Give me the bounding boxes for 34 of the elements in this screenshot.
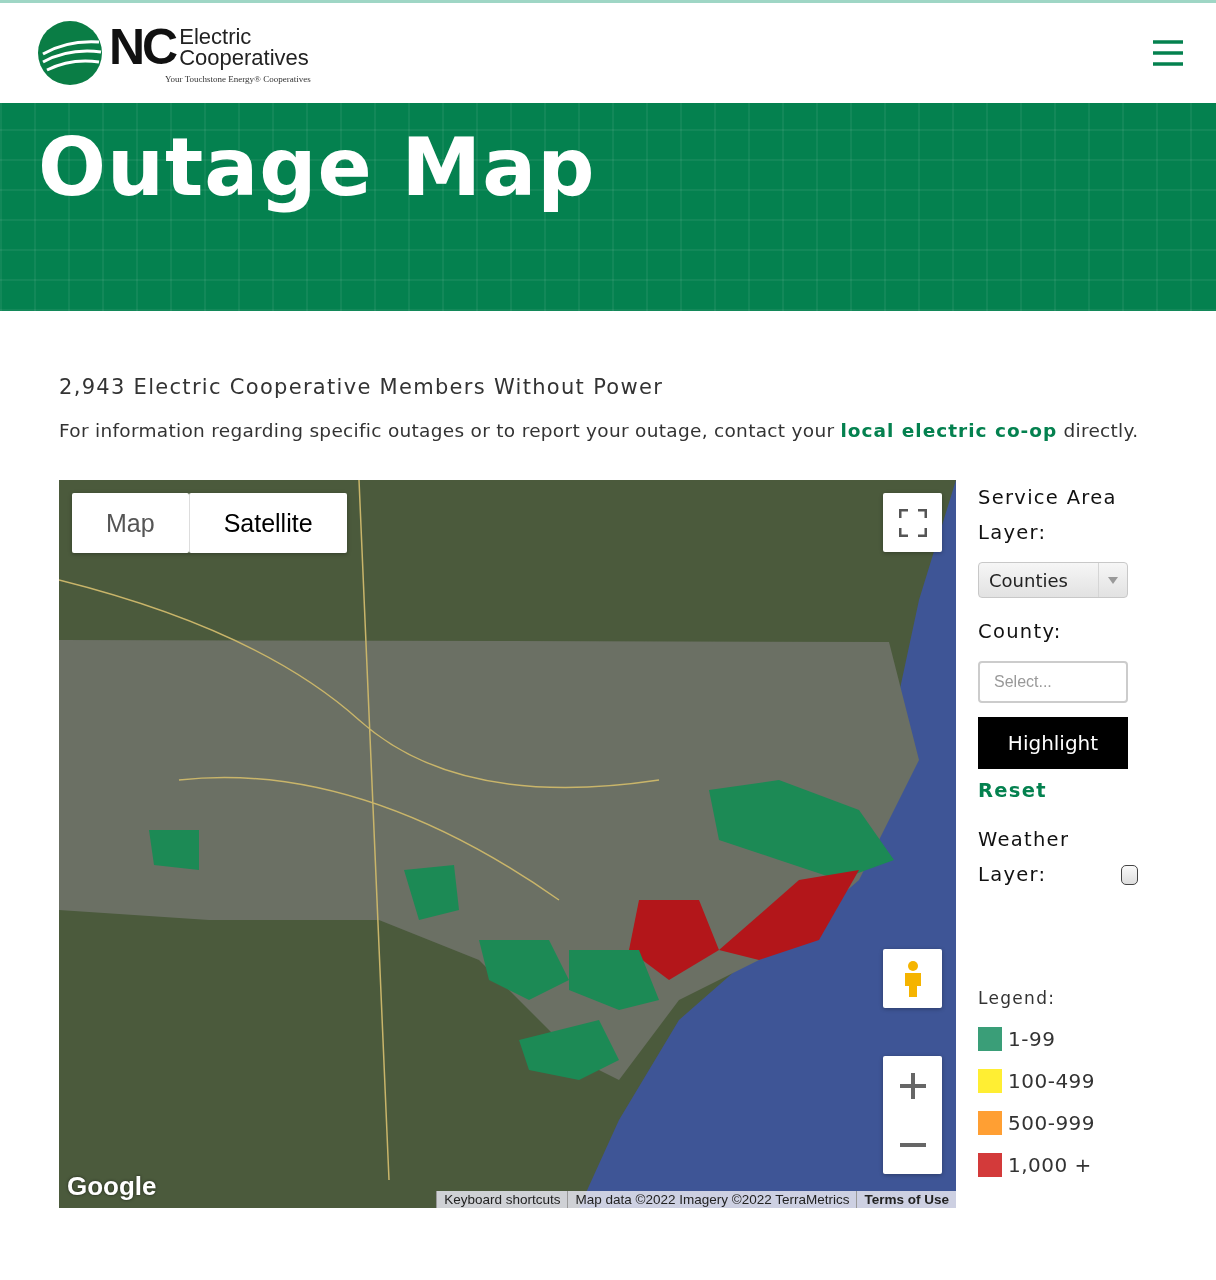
highlight-button[interactable]: Highlight <box>978 717 1128 769</box>
county-field[interactable]: Select... <box>978 661 1128 703</box>
logo-text: Cooperatives <box>179 47 309 68</box>
outage-count-heading: 2,943 Electric Cooperative Members Without Power <box>59 375 665 399</box>
service-area-label: Service Area Layer: <box>978 485 1118 546</box>
legend-label: 1,000 + <box>1008 1153 1092 1177</box>
weather-layer-label: Weather Layer: <box>978 827 1071 888</box>
legend-label: 500-999 <box>1008 1111 1096 1135</box>
map-type-tab[interactable]: Map <box>72 493 189 553</box>
logo-emblem-icon <box>37 20 103 86</box>
logo-tagline: Your Touchstone Energy® Cooperatives <box>165 74 311 84</box>
map-logo: Google <box>67 1171 157 1202</box>
map-attribution-link[interactable]: Terms of Use <box>856 1191 956 1208</box>
page-title: Outage Map <box>38 121 596 214</box>
legend-label: 1-99 <box>1008 1027 1056 1051</box>
fullscreen-button[interactable] <box>883 493 942 552</box>
legend-title: Legend: <box>978 988 1057 1008</box>
reset-link[interactable]: Reset <box>978 779 1138 802</box>
minus-icon <box>899 1142 926 1147</box>
info-paragraph: For information regarding specific outages or to report your outage, contact your local electric co-op directly. <box>59 419 1139 443</box>
legend-label: 100-499 <box>1008 1069 1096 1093</box>
plus-icon <box>899 1072 926 1099</box>
logo-text: Electric <box>179 26 253 47</box>
fullscreen-icon <box>898 508 927 537</box>
map-type-tab[interactable]: Satellite <box>188 493 347 553</box>
map-attribution-link[interactable]: Keyboard shortcuts <box>436 1191 568 1208</box>
layer-select[interactable]: Counties <box>978 562 1128 598</box>
map-attribution-link[interactable]: Map data ©2022 Imagery ©2022 TerraMetrics <box>567 1191 857 1208</box>
caret-icon <box>1108 576 1118 584</box>
logo-initials: NC <box>109 22 176 72</box>
county-label: County: <box>978 619 1063 645</box>
co-op-link[interactable]: local electric co-op <box>840 420 1058 441</box>
menu-icon[interactable] <box>1152 40 1184 66</box>
weather-checkbox[interactable] <box>1121 865 1138 885</box>
